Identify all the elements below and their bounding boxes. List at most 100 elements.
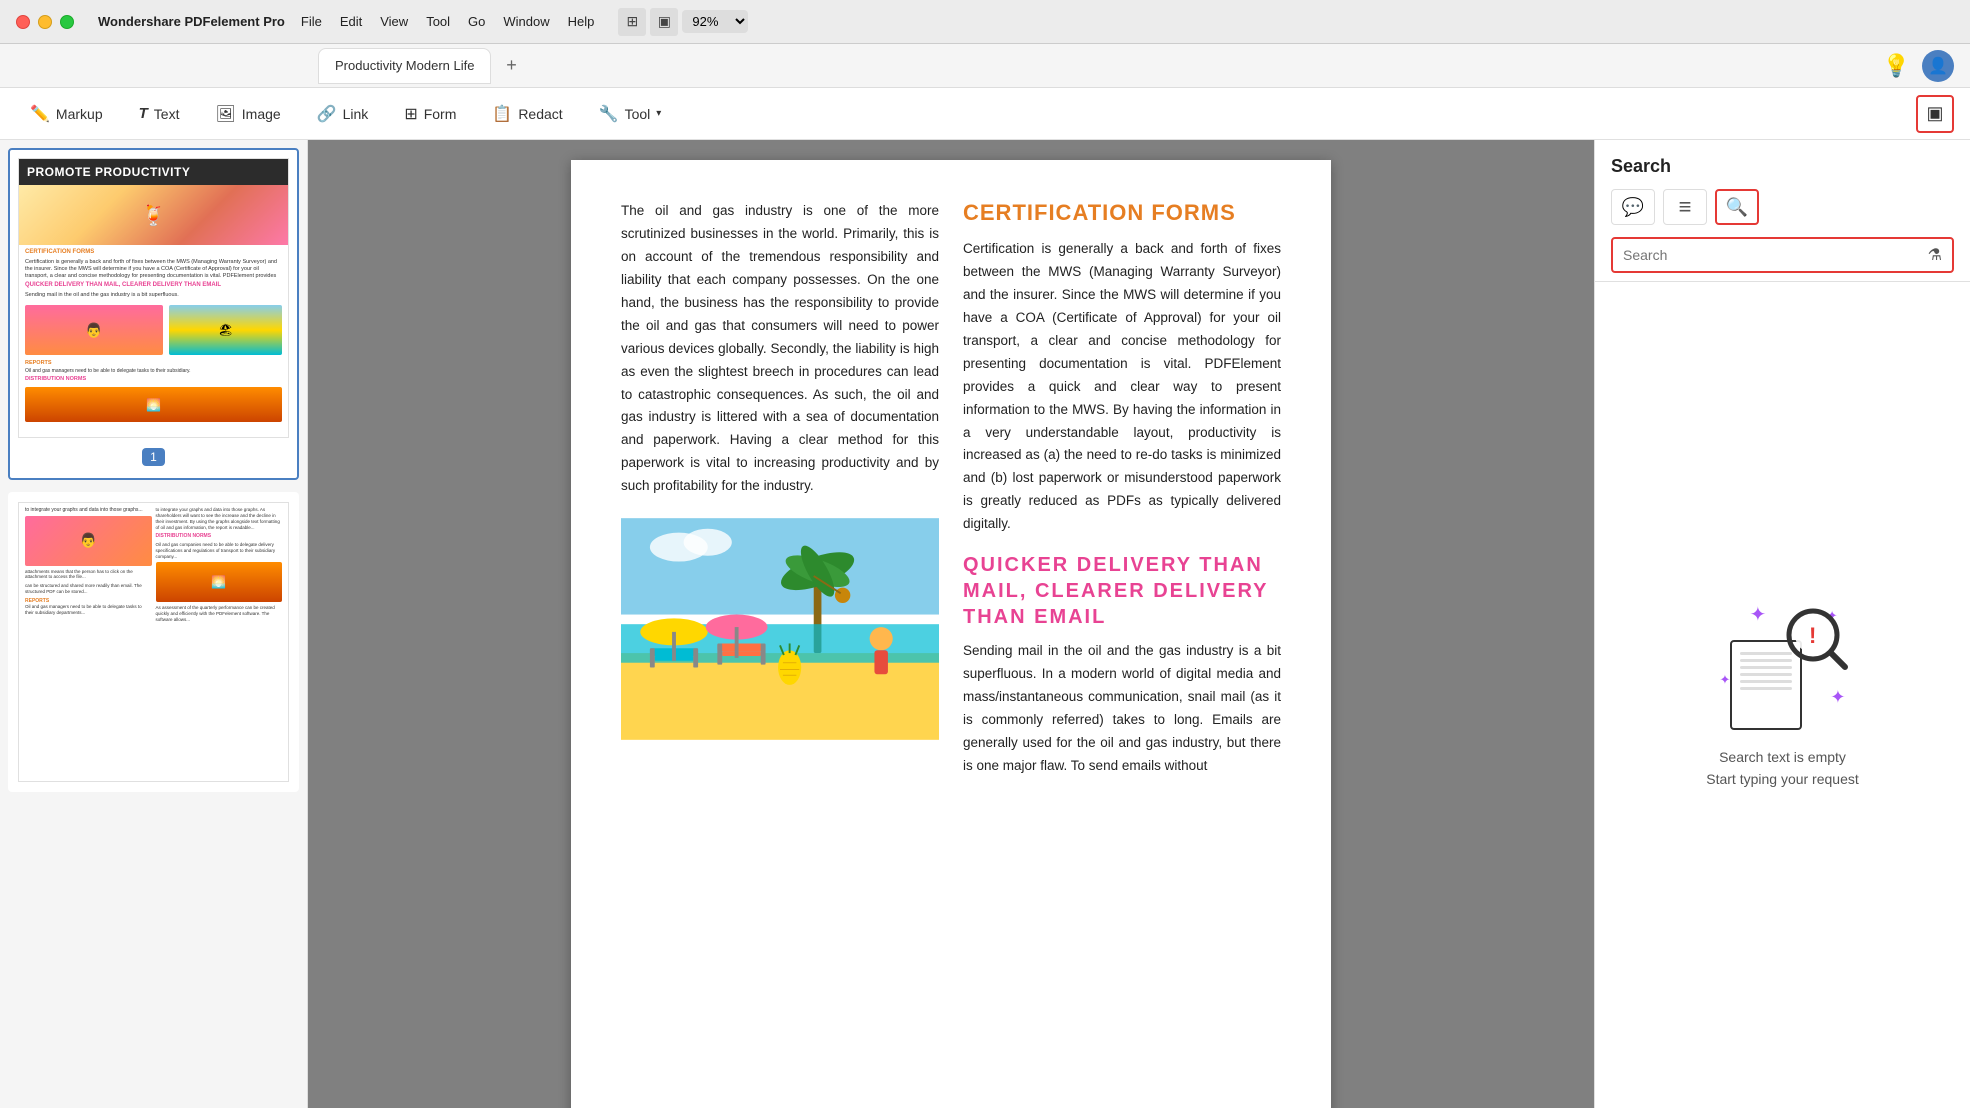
redact-label: Redact — [518, 106, 562, 122]
pdf-area: The oil and gas industry is one of the m… — [308, 140, 1594, 1108]
comment-search-button[interactable]: 💬 — [1611, 189, 1655, 225]
menu-view[interactable]: View — [380, 14, 408, 29]
tool-icon: 🔧 — [599, 104, 619, 124]
search-empty-line1: Search text is empty — [1706, 746, 1859, 768]
sparkle-top-left-icon: ✦ — [1750, 602, 1767, 627]
pdf-left-column: The oil and gas industry is one of the m… — [621, 200, 939, 778]
zoom-select[interactable]: 92% 100% 75% — [682, 10, 748, 33]
search-input[interactable] — [1623, 247, 1920, 263]
beach-image-container — [621, 514, 939, 749]
menu-file[interactable]: File — [301, 14, 322, 29]
toolbar: ✏️ Markup T Text 🖼 Image 🔗 Link ⊞ Form 📋… — [0, 88, 1970, 140]
right-panel: Search 💬 ≡ 🔍 ⚗ ✦ ✦ — [1594, 140, 1970, 1108]
markup-button[interactable]: ✏️ Markup — [16, 98, 117, 130]
beach-scene-svg — [621, 514, 939, 744]
page-1-content: PROMOTE PRODUCTIVITY 🍹 CERTIFICATION FOR… — [18, 158, 289, 438]
thumb-body-1: CERTIFICATION FORMS Certification is gen… — [19, 245, 288, 303]
redact-button[interactable]: 📋 Redact — [478, 98, 576, 130]
menu-go[interactable]: Go — [468, 14, 485, 29]
quicker-heading: QUICKER DELIVERY THAN MAIL, CLEARER DELI… — [963, 552, 1281, 630]
tips-icon[interactable]: 💡 — [1883, 53, 1910, 79]
pdf-right-column: CERTIFICATION FORMS Certification is gen… — [963, 200, 1281, 778]
sparkle-bottom-right-icon: ✦ — [1830, 687, 1845, 708]
tool-label: Tool — [625, 106, 651, 122]
titlebar: Wondershare PDFelement Pro File Edit Vie… — [0, 0, 1970, 44]
tool-button[interactable]: 🔧 Tool ▾ — [585, 98, 676, 130]
pdf-left-body: The oil and gas industry is one of the m… — [621, 200, 939, 498]
menu-edit[interactable]: Edit — [340, 14, 362, 29]
menu-bar: File Edit View Tool Go Window Help — [301, 14, 595, 29]
pdf-page: The oil and gas industry is one of the m… — [571, 160, 1331, 1108]
text-search-button[interactable]: ≡ — [1663, 189, 1707, 225]
search-empty-message: Search text is empty Start typing your r… — [1706, 746, 1859, 791]
search-input-row[interactable]: ⚗ — [1611, 237, 1954, 273]
thumb-body-2: to integrate your graphs and data into t… — [19, 503, 288, 782]
text-button[interactable]: T Text — [125, 99, 194, 128]
traffic-lights — [16, 15, 74, 29]
quicker-body-text: Sending mail in the oil and the gas indu… — [963, 640, 1281, 778]
search-empty-state: ✦ ✦ ✦ ✦ ! — [1595, 282, 1970, 1108]
tabbar: Productivity Modern Life + 💡 👤 — [0, 44, 1970, 88]
sparkle-bottom-left-icon: ✦ — [1720, 672, 1731, 688]
page-badge-1: 1 — [142, 448, 165, 466]
panel-view-button[interactable]: ▣ — [650, 8, 678, 36]
tool-chevron-icon: ▾ — [656, 108, 661, 119]
cert-heading: CERTIFICATION FORMS — [963, 200, 1281, 226]
text-icon: T — [139, 105, 148, 122]
magnifier-icon: 🔍 — [1726, 197, 1748, 218]
app-name: Wondershare PDFelement Pro — [98, 14, 285, 29]
redact-icon: 📋 — [492, 104, 512, 124]
thumb-image-1: 🍹 — [19, 185, 288, 245]
link-button[interactable]: 🔗 Link — [303, 98, 383, 130]
search-illustration: ✦ ✦ ✦ ✦ ! — [1718, 600, 1848, 730]
thumb-images-row: 👨 🏖 — [19, 303, 288, 357]
image-button[interactable]: 🖼 Image — [201, 98, 294, 130]
image-icon: 🖼 — [215, 104, 235, 124]
image-label: Image — [242, 106, 281, 122]
new-tab-button[interactable]: + — [497, 52, 525, 80]
search-panel-title: Search — [1611, 156, 1954, 177]
view-controls: ⊞ ▣ 92% 100% 75% — [618, 8, 748, 36]
text-label: Text — [154, 106, 180, 122]
svg-text:!: ! — [1809, 623, 1816, 648]
two-col-layout: The oil and gas industry is one of the m… — [621, 200, 1281, 778]
magnifying-glass: ! — [1783, 605, 1848, 675]
tab-right-area: 💡 👤 — [1883, 50, 1970, 82]
tab-title: Productivity Modern Life — [335, 58, 474, 73]
menu-tool[interactable]: Tool — [426, 14, 450, 29]
search-mode-button[interactable]: 🔍 — [1715, 189, 1759, 225]
link-icon: 🔗 — [317, 104, 337, 124]
thumb-header-1: PROMOTE PRODUCTIVITY — [19, 159, 288, 185]
text-lines-icon: ≡ — [1679, 196, 1692, 218]
main-layout: PROMOTE PRODUCTIVITY 🍹 CERTIFICATION FOR… — [0, 140, 1970, 1108]
form-button[interactable]: ⊞ Form — [390, 98, 470, 130]
close-button[interactable] — [16, 15, 30, 29]
maximize-button[interactable] — [60, 15, 74, 29]
comment-icon: 💬 — [1622, 197, 1644, 218]
markup-icon: ✏️ — [30, 104, 50, 124]
filter-icon[interactable]: ⚗ — [1928, 245, 1942, 265]
thumb-text-lower: REPORTS Oil and gas managers need to be … — [19, 357, 288, 385]
minimize-button[interactable] — [38, 15, 52, 29]
menu-help[interactable]: Help — [568, 14, 595, 29]
page-thumb-1[interactable]: PROMOTE PRODUCTIVITY 🍹 CERTIFICATION FOR… — [8, 148, 299, 480]
search-mode-row: 💬 ≡ 🔍 — [1611, 189, 1954, 225]
markup-label: Markup — [56, 106, 103, 122]
sidebar: PROMOTE PRODUCTIVITY 🍹 CERTIFICATION FOR… — [0, 140, 308, 1108]
toolbar-right: ▣ — [1916, 95, 1954, 133]
menu-window[interactable]: Window — [503, 14, 549, 29]
thumb-bottom-image: 🌅 — [19, 385, 288, 424]
page-2-content: to integrate your graphs and data into t… — [18, 502, 289, 782]
form-label: Form — [424, 106, 457, 122]
search-header: Search 💬 ≡ 🔍 ⚗ — [1595, 140, 1970, 282]
avatar[interactable]: 👤 — [1922, 50, 1954, 82]
page-thumb-2[interactable]: to integrate your graphs and data into t… — [8, 492, 299, 792]
form-icon: ⊞ — [404, 104, 417, 124]
grid-view-button[interactable]: ⊞ — [618, 8, 646, 36]
page-num-area: 1 — [18, 444, 289, 470]
panel-toggle-button[interactable]: ▣ — [1916, 95, 1954, 133]
search-empty-line2: Start typing your request — [1706, 768, 1859, 790]
link-label: Link — [343, 106, 369, 122]
active-tab[interactable]: Productivity Modern Life — [318, 48, 491, 84]
cert-body-text: Certification is generally a back and fo… — [963, 238, 1281, 536]
